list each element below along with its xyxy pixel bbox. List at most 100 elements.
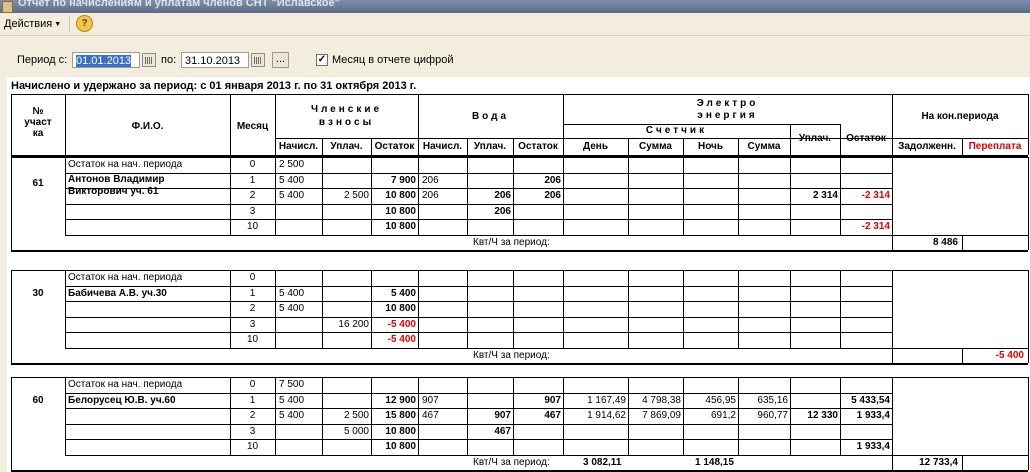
water_paid-cell: 206 [494, 205, 511, 217]
group-col-line [1028, 270, 1029, 363]
row-line [65, 408, 892, 409]
period-from-input[interactable]: 01.01.2013 [72, 52, 140, 68]
group-col-line [628, 157, 629, 235]
toolbar-separator [69, 16, 70, 32]
group-col-line [65, 157, 66, 235]
kwh-day: 3 082,11 [583, 456, 622, 468]
group-col-line [892, 454, 893, 470]
row-line [65, 392, 892, 394]
opening-month: 0 [249, 159, 256, 170]
month-cell: 1 [249, 174, 256, 186]
header-col-line [1028, 94, 1029, 155]
day-cell: 1 914,62 [587, 410, 626, 421]
opening-fee: 7 500 [279, 379, 305, 390]
group-col-line [628, 270, 629, 348]
actions-menu-label: Действия [4, 18, 53, 30]
group-col-line [563, 157, 564, 235]
group-col-line [738, 157, 739, 235]
help-button[interactable]: ? [76, 15, 93, 32]
fee_balance-cell: 10 800 [385, 190, 416, 201]
month-as-digit-label: Месяц в отчете цифрой [332, 54, 454, 66]
opening-fee: 2 500 [279, 159, 305, 170]
group-col-line [840, 270, 841, 348]
fee_paid-cell: 2 500 [343, 410, 369, 421]
fee_charged-cell: 5 400 [279, 410, 305, 421]
group-col-line [275, 270, 276, 348]
member-name: Бабичева А.В. уч.30 [68, 287, 167, 299]
month-cell: 1 [249, 394, 256, 406]
subheader-line [892, 138, 1028, 139]
kwh-night: 1 148,15 [695, 456, 734, 468]
header-month: Месяц [236, 121, 269, 132]
group-col-line [738, 377, 739, 455]
opening-balance-label: Остаток на нач. периода [68, 272, 183, 283]
month-as-digit-checkbox[interactable]: ✓ [316, 54, 328, 66]
month-cell: 10 [246, 334, 259, 345]
group-bottom-border [11, 363, 1028, 365]
group-col-line [628, 377, 629, 455]
fee_paid-cell: 16 200 [338, 318, 369, 330]
subheader-el-balance: Остаток [846, 133, 886, 144]
el_paid-cell: 12 330 [807, 410, 838, 421]
document-icon [2, 1, 13, 13]
day-cell: 1 167,49 [587, 394, 626, 406]
group-col-line [840, 157, 841, 235]
day_sum-cell: 7 869,09 [642, 410, 681, 421]
kwh-label: Квт/Ч за период: [473, 236, 550, 248]
header-member-fees: Членские [310, 104, 383, 115]
group-col-line [1028, 377, 1029, 470]
group-col-line [371, 377, 372, 455]
kwh-line [65, 234, 1028, 236]
row-line [65, 439, 892, 440]
select-period-button[interactable]: ... [272, 52, 289, 68]
el_balance-cell: -2 314 [861, 190, 890, 201]
fee_charged-cell: 5 400 [279, 174, 305, 186]
actions-menu-button[interactable]: Действия ▼ [4, 16, 61, 32]
month-cell: 1 [249, 287, 256, 299]
month-cell: 10 [246, 441, 259, 452]
header-electro: энергия [697, 110, 758, 121]
month-cell: 2 [249, 410, 256, 421]
window-title: Отчет по начислениям и уплатам членов СН… [18, 0, 340, 9]
month-cell: 3 [249, 425, 256, 437]
el_balance-cell: 1 933,4 [856, 441, 890, 452]
header-electro: Электро [696, 98, 759, 109]
header-top-border [11, 94, 1028, 95]
group-col-line [683, 270, 684, 348]
group-col-line [790, 377, 791, 455]
water_balance-cell: 206 [544, 190, 561, 201]
group-col-line [892, 234, 893, 250]
calendar-icon[interactable] [142, 53, 156, 67]
fee_charged-cell: 5 400 [279, 287, 305, 299]
el_balance-cell: -2 314 [861, 221, 890, 232]
calendar-icon[interactable] [251, 53, 265, 67]
fee_balance-cell: 12 900 [385, 394, 416, 406]
kwh-label: Квт/Ч за период: [473, 456, 550, 468]
el_paid-cell: 2 314 [812, 190, 838, 201]
group-col-line [65, 377, 66, 455]
group-col-line [962, 454, 963, 470]
opening-month: 0 [249, 379, 256, 390]
subheader-balance: Остаток [518, 141, 558, 152]
opening-balance-label: Остаток на нач. периода [68, 159, 183, 170]
group-top-border [11, 270, 1028, 271]
group-col-line [371, 270, 372, 348]
water_charged-cell: 206 [422, 174, 439, 186]
subheader-sum: Сумма [639, 141, 672, 152]
subheader-paid: Уплач. [473, 141, 507, 152]
period-to-input[interactable]: 31.10.2013 [181, 52, 249, 68]
group-col-line [683, 157, 684, 235]
member-name: Викторович уч. 61 [68, 185, 159, 197]
row-line [65, 316, 892, 318]
subheader-day: День [583, 141, 608, 152]
row-line [65, 219, 892, 220]
group-col-line [467, 377, 468, 455]
night-cell: 456,95 [705, 394, 736, 406]
header-member-fees: взносы [318, 117, 375, 128]
group-col-line [65, 270, 66, 348]
header-plot-no: ка [32, 128, 44, 139]
fee_balance-cell: -5 400 [387, 318, 416, 330]
group-col-line [371, 157, 372, 235]
row-line [65, 203, 892, 205]
toolbar: Действия ▼ ? [0, 13, 1030, 36]
